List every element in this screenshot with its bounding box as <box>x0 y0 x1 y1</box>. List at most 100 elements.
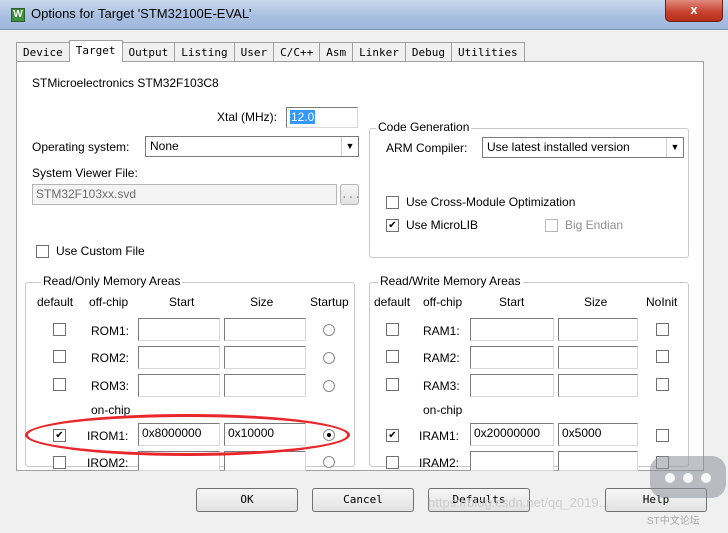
iram1-start-input[interactable]: 0x20000000 <box>470 423 554 446</box>
xtal-label: Xtal (MHz): <box>217 110 277 124</box>
iram1-noinit-checkbox[interactable] <box>656 429 669 442</box>
irom2-startup-radio[interactable] <box>323 456 335 468</box>
tab-output[interactable]: Output <box>121 42 176 62</box>
ro-header-default: default <box>37 295 74 309</box>
rom2-default-checkbox[interactable] <box>53 350 66 363</box>
highlight-annotation <box>25 414 350 456</box>
rom1-size-input[interactable] <box>224 318 306 341</box>
svd-browse-button[interactable]: ... <box>340 184 361 205</box>
ram3-size-input[interactable] <box>558 374 638 397</box>
iram2-start-input[interactable] <box>470 451 554 471</box>
iram2-size-input[interactable] <box>558 451 638 471</box>
ram2-default-checkbox[interactable] <box>386 350 399 363</box>
tab-strip: Device Target Output Listing User C/C++ … <box>16 40 525 62</box>
tab-debug[interactable]: Debug <box>404 42 452 62</box>
custom-file-checkbox[interactable] <box>36 245 49 258</box>
rom1-label: ROM1: <box>91 324 130 338</box>
chevron-down-icon: ▼ <box>666 138 683 157</box>
ram3-start-input[interactable] <box>470 374 554 397</box>
tab-target[interactable]: Target <box>68 40 123 62</box>
ram1-start-input[interactable] <box>470 318 554 341</box>
ok-button[interactable]: OK <box>196 488 298 512</box>
ram2-start-input[interactable] <box>470 346 554 369</box>
ro-header-startup: Startup <box>310 295 349 309</box>
irom2-default-checkbox[interactable] <box>53 456 66 469</box>
os-value: None <box>150 139 179 153</box>
compiler-value: Use latest installed version <box>487 140 630 154</box>
watermark-url: https://blog.csdn.net/qq_2019... <box>428 495 610 510</box>
tab-user[interactable]: User <box>233 42 275 62</box>
rom2-start-input[interactable] <box>138 346 220 369</box>
ram1-label: RAM1: <box>423 324 460 338</box>
device-name: STMicroelectronics STM32F103C8 <box>32 76 219 90</box>
chat-bubble-icon <box>650 456 726 498</box>
tab-linker[interactable]: Linker <box>352 42 406 62</box>
rom3-startup-radio[interactable] <box>323 380 335 392</box>
rom3-default-checkbox[interactable] <box>53 378 66 391</box>
cross-module-label: Use Cross-Module Optimization <box>406 195 576 209</box>
app-icon: W <box>11 8 25 22</box>
iram1-default-checkbox[interactable]: ✔ <box>386 429 399 442</box>
window-title: Options for Target 'STM32100E-EVAL' <box>31 6 252 21</box>
ro-header-offchip: off-chip <box>89 295 129 309</box>
ram1-default-checkbox[interactable] <box>386 323 399 336</box>
svd-input[interactable]: STM32F103xx.svd <box>32 184 337 205</box>
xtal-value: 12.0 <box>290 110 316 124</box>
big-endian-label: Big Endian <box>565 218 624 232</box>
rom1-startup-radio[interactable] <box>323 324 335 336</box>
microlib-label: Use MicroLIB <box>406 218 479 232</box>
tab-listing[interactable]: Listing <box>174 42 235 62</box>
iram1-size-input[interactable]: 0x5000 <box>558 423 638 446</box>
rw-header-start: Start <box>499 295 525 309</box>
os-label: Operating system: <box>32 140 130 154</box>
os-select[interactable]: None ▼ <box>145 136 359 157</box>
dialog-client: Device Target Output Listing User C/C++ … <box>0 30 728 533</box>
irom2-label: IROM2: <box>87 456 129 470</box>
tab-device[interactable]: Device <box>16 42 70 62</box>
tab-utilities[interactable]: Utilities <box>450 42 525 62</box>
rom3-start-input[interactable] <box>138 374 220 397</box>
ram3-label: RAM3: <box>423 379 460 393</box>
cancel-button[interactable]: Cancel <box>312 488 414 512</box>
rw-onchip-label: on-chip <box>423 403 463 417</box>
rom2-label: ROM2: <box>91 351 130 365</box>
tab-c-cpp[interactable]: C/C++ <box>273 42 321 62</box>
cross-module-checkbox[interactable] <box>386 196 399 209</box>
tab-asm[interactable]: Asm <box>319 42 354 62</box>
rw-header-noinit: NoInit <box>646 295 678 309</box>
rom2-startup-radio[interactable] <box>323 352 335 364</box>
ram3-default-checkbox[interactable] <box>386 378 399 391</box>
rom1-default-checkbox[interactable] <box>53 323 66 336</box>
chevron-down-icon: ▼ <box>341 137 358 156</box>
rw-header-offchip: off-chip <box>423 295 463 309</box>
xtal-input[interactable]: 12.0 <box>286 107 358 128</box>
rw-header-size: Size <box>584 295 608 309</box>
title-bar[interactable]: W Options for Target 'STM32100E-EVAL' x <box>0 0 728 30</box>
ram1-noinit-checkbox[interactable] <box>656 323 669 336</box>
rw-memory-title: Read/Write Memory Areas <box>378 274 523 288</box>
rom3-label: ROM3: <box>91 379 130 393</box>
ram3-noinit-checkbox[interactable] <box>656 378 669 391</box>
watermark-brand: ST中文论坛 <box>647 516 700 527</box>
target-panel: STMicroelectronics STM32F103C8 Xtal (MHz… <box>16 61 704 471</box>
svd-label: System Viewer File: <box>32 166 138 180</box>
iram2-default-checkbox[interactable] <box>386 456 399 469</box>
iram2-label: IRAM2: <box>419 456 460 470</box>
ram1-size-input[interactable] <box>558 318 638 341</box>
ro-header-size: Size <box>250 295 274 309</box>
big-endian-checkbox[interactable] <box>545 219 558 232</box>
rom2-size-input[interactable] <box>224 346 306 369</box>
ram2-size-input[interactable] <box>558 346 638 369</box>
rom1-start-input[interactable] <box>138 318 220 341</box>
code-generation-title: Code Generation <box>376 120 472 134</box>
ro-header-start: Start <box>169 295 195 309</box>
iram1-label: IRAM1: <box>419 429 460 443</box>
rom3-size-input[interactable] <box>224 374 306 397</box>
compiler-label: ARM Compiler: <box>386 141 468 155</box>
close-button[interactable]: x <box>665 0 723 22</box>
compiler-select[interactable]: Use latest installed version ▼ <box>482 137 684 158</box>
microlib-checkbox[interactable]: ✔ <box>386 219 399 232</box>
ram2-label: RAM2: <box>423 351 460 365</box>
rw-header-default: default <box>374 295 411 309</box>
ram2-noinit-checkbox[interactable] <box>656 350 669 363</box>
